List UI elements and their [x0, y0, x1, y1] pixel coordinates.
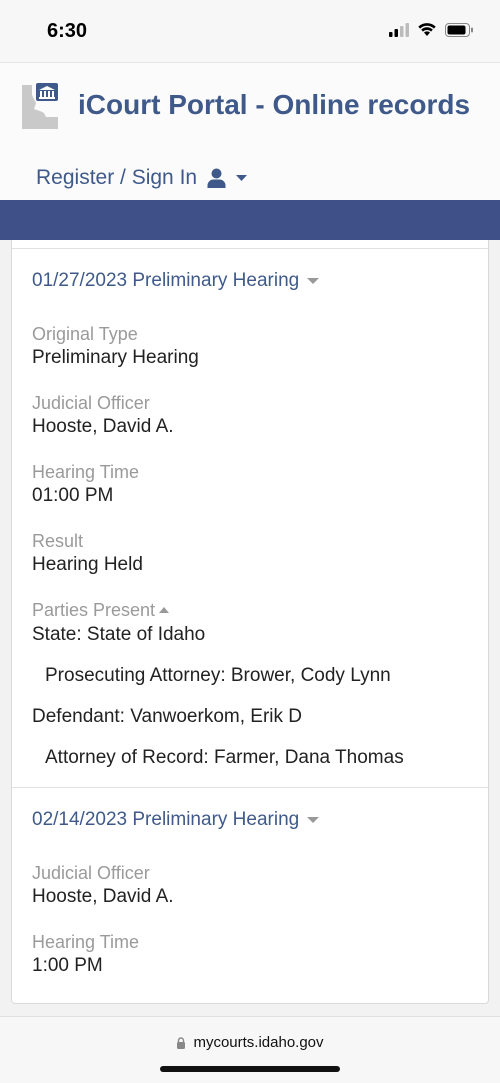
- party-entry: Prosecuting Attorney: Brower, Cody Lynn: [45, 665, 391, 686]
- site-title[interactable]: iCourt Portal - Online records: [78, 89, 470, 121]
- field-value: 01:00 PM: [32, 485, 114, 506]
- signin-label: Register / Sign In: [36, 166, 198, 189]
- browser-address-bar: mycourts.idaho.gov: [0, 1016, 500, 1083]
- event-toggle[interactable]: 02/14/2023 Preliminary Hearing: [32, 808, 468, 832]
- wifi-icon: [418, 23, 436, 36]
- field-value: 1:00 PM: [32, 955, 103, 976]
- status-time: 6:30: [47, 20, 88, 42]
- site-header: iCourt Portal - Online records Register …: [0, 62, 500, 200]
- chevron-down-icon: [236, 174, 248, 181]
- caret-down-icon: [307, 817, 320, 823]
- parties-present-label: Parties Present: [32, 600, 156, 620]
- party-entry: Defendant: Vanwoerkom, Erik D: [32, 706, 302, 727]
- status-bar: 6:30: [0, 0, 500, 62]
- url-text: mycourts.idaho.gov: [193, 1034, 324, 1051]
- hearing-event: 01/27/2023 Preliminary Hearing Original …: [12, 249, 488, 787]
- nav-bar: [0, 200, 500, 240]
- field-value: Preliminary Hearing: [32, 347, 199, 368]
- idaho-courthouse-logo-icon[interactable]: [20, 83, 60, 131]
- caret-up-icon: [159, 607, 170, 613]
- field-label: Hearing Time: [32, 932, 140, 952]
- field-label: Judicial Officer: [32, 863, 150, 883]
- hearing-event: 02/14/2023 Preliminary Hearing Judicial …: [12, 788, 488, 985]
- field-label: Original Type: [32, 324, 138, 344]
- case-events-panel: 01/27/2023 Preliminary Hearing Original …: [11, 240, 489, 1004]
- url-field[interactable]: mycourts.idaho.gov: [0, 1034, 500, 1051]
- event-title: 01/27/2023 Preliminary Hearing: [32, 270, 300, 291]
- lock-icon: [177, 1036, 186, 1049]
- field-value: Hearing Held: [32, 554, 143, 575]
- field-label: Judicial Officer: [32, 393, 150, 413]
- field-label: Result: [32, 531, 84, 551]
- party-entry: Attorney of Record: Farmer, Dana Thomas: [45, 747, 404, 768]
- register-signin-menu[interactable]: Register / Sign In: [36, 166, 248, 190]
- home-indicator[interactable]: [160, 1066, 340, 1072]
- user-icon: [207, 168, 226, 188]
- field-value: Hooste, David A.: [32, 886, 174, 907]
- field-label: Hearing Time: [32, 462, 140, 482]
- status-icons: [389, 22, 474, 37]
- party-entry: State: State of Idaho: [32, 624, 206, 645]
- event-title: 02/14/2023 Preliminary Hearing: [32, 809, 300, 830]
- battery-icon: [445, 22, 473, 37]
- parties-present-toggle[interactable]: Parties Present: [32, 600, 468, 624]
- event-toggle[interactable]: 01/27/2023 Preliminary Hearing: [32, 269, 468, 293]
- field-value: Hooste, David A.: [32, 416, 174, 437]
- caret-down-icon: [307, 278, 320, 284]
- signal-icon: [389, 22, 409, 37]
